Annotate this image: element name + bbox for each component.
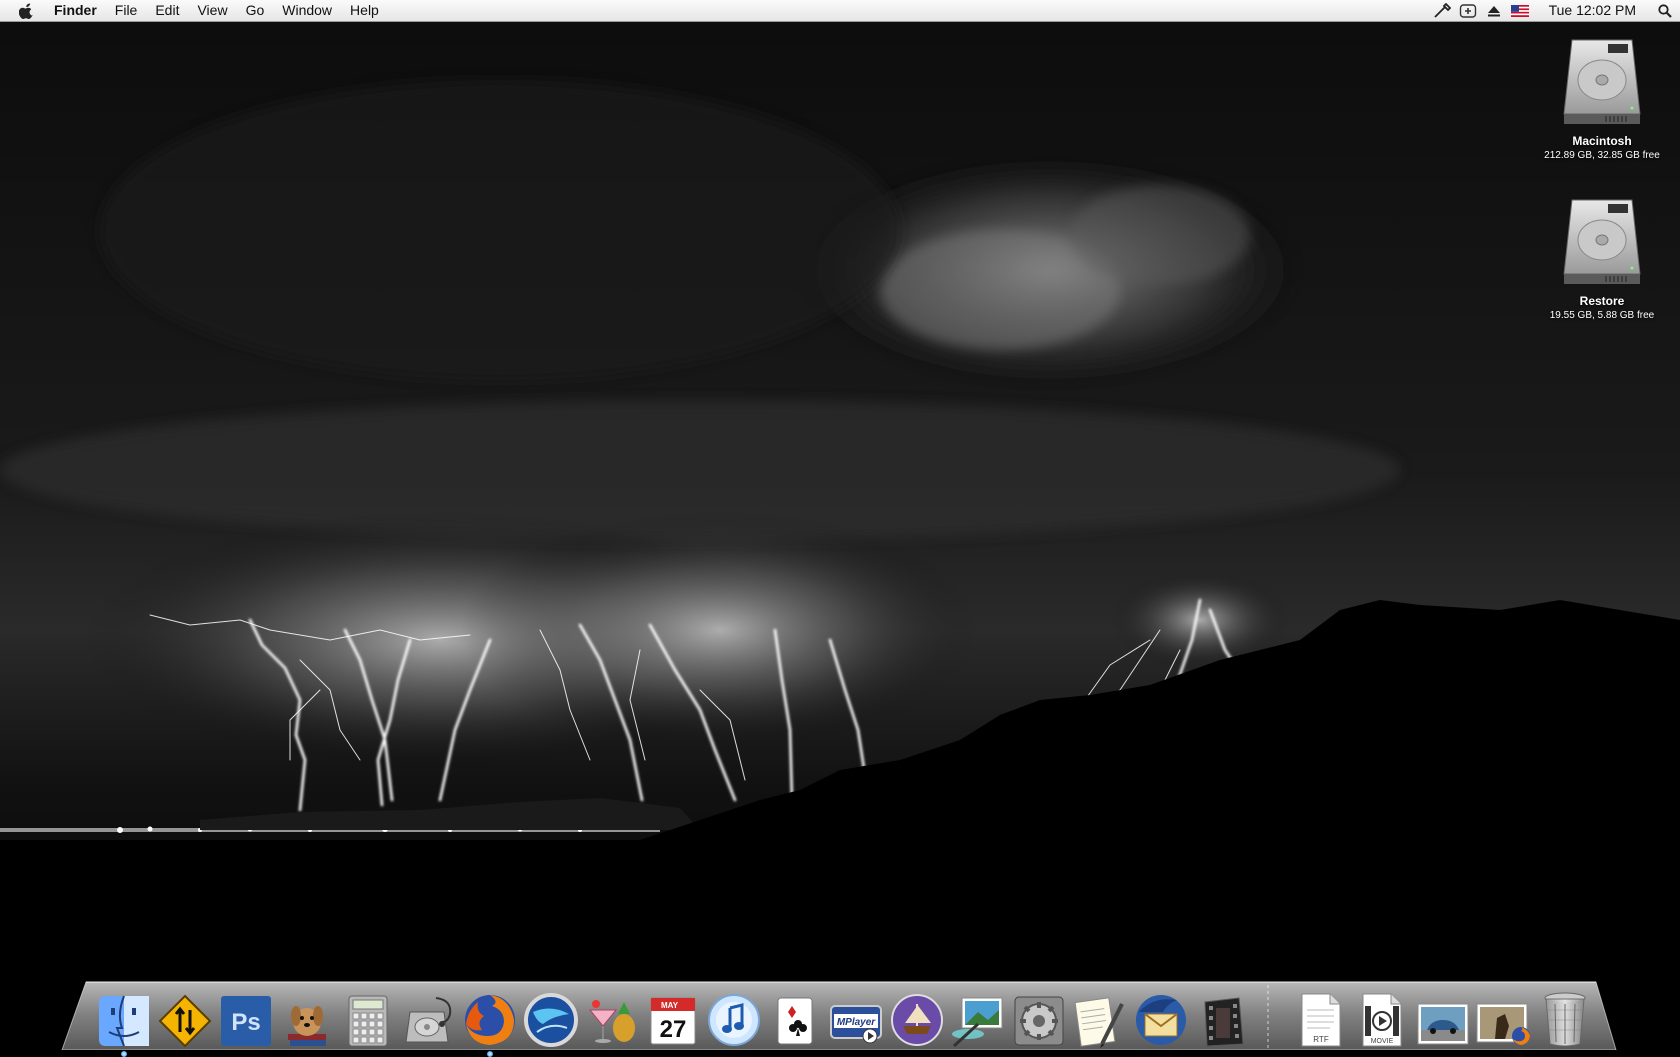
dog-with-books-icon[interactable] <box>278 986 336 1048</box>
magnifier-icon[interactable] <box>1650 0 1680 21</box>
thunderbird-icon[interactable] <box>1132 986 1190 1048</box>
running-indicator <box>487 1051 493 1057</box>
desktop-wallpaper <box>0 0 1680 1050</box>
menu-view[interactable]: View <box>188 0 236 21</box>
drive-macintosh[interactable]: Macintosh 212.89 GB, 32.85 GB free <box>1537 34 1667 161</box>
drive-restore[interactable]: Restore 19.55 GB, 5.88 GB free <box>1537 194 1667 321</box>
hard-drive-icon <box>1554 194 1650 290</box>
movie-document-icon[interactable]: MOVIE <box>1353 986 1411 1048</box>
running-indicator <box>121 1051 127 1057</box>
calendar-day: 27 <box>660 1016 687 1043</box>
globe-icon[interactable] <box>522 986 580 1048</box>
menu-bar: Finder File Edit View Go Window Help Tue… <box>0 0 1680 22</box>
script-icon[interactable] <box>1429 0 1455 21</box>
calendar-month: MAY <box>661 1001 679 1010</box>
film-icon[interactable] <box>1193 986 1251 1048</box>
ship-icon[interactable] <box>888 986 946 1048</box>
firefox-icon[interactable] <box>461 986 519 1057</box>
photoshop-icon[interactable]: Ps <box>217 986 275 1048</box>
mplayer-icon[interactable]: MPlayer <box>827 986 885 1048</box>
mplayer-label: MPlayer <box>837 1017 876 1028</box>
gear-icon[interactable] <box>1010 986 1068 1048</box>
rtf-document-icon[interactable]: RTF <box>1292 986 1350 1048</box>
drive-name: Restore <box>1579 294 1625 308</box>
calculator-icon[interactable] <box>339 986 397 1048</box>
menu-app-finder[interactable]: Finder <box>54 0 106 21</box>
menu-go[interactable]: Go <box>237 0 274 21</box>
menu-help[interactable]: Help <box>341 0 388 21</box>
network-plus-icon[interactable] <box>1455 0 1481 21</box>
road-sign-icon[interactable] <box>156 986 214 1048</box>
itunes-icon[interactable] <box>705 986 763 1048</box>
drive-name: Macintosh <box>1572 134 1632 148</box>
photo-car-icon[interactable] <box>1414 986 1472 1048</box>
dock: Ps MAY 27 MPlayer RTF MOVIE <box>95 970 1597 1057</box>
menubar-clock[interactable]: Tue 12:02 PM <box>1533 0 1650 21</box>
downloads-firefox-icon[interactable] <box>1475 986 1533 1048</box>
rtf-label: RTF <box>1313 1035 1329 1044</box>
photoshop-label: Ps <box>231 1009 260 1036</box>
menu-window[interactable]: Window <box>273 0 341 21</box>
playing-cards-icon[interactable] <box>766 986 824 1048</box>
us-flag-icon[interactable] <box>1507 0 1533 21</box>
apple-icon[interactable] <box>0 0 54 21</box>
eject-icon[interactable] <box>1481 0 1507 21</box>
pen-paper-icon[interactable] <box>1071 986 1129 1048</box>
photo-wand-icon[interactable] <box>949 986 1007 1048</box>
finder-icon[interactable] <box>95 986 153 1057</box>
hard-drive-icon <box>1554 34 1650 130</box>
disk-utility-icon[interactable] <box>400 986 458 1048</box>
menu-file[interactable]: File <box>106 0 147 21</box>
drive-info: 212.89 GB, 32.85 GB free <box>1544 150 1660 161</box>
dock-separator <box>1254 986 1292 1048</box>
drive-info: 19.55 GB, 5.88 GB free <box>1549 310 1655 321</box>
cocktail-icon[interactable] <box>583 986 641 1048</box>
calendar-icon[interactable]: MAY 27 <box>644 986 702 1048</box>
movie-label: MOVIE <box>1371 1038 1394 1045</box>
menu-edit[interactable]: Edit <box>146 0 188 21</box>
trash-icon[interactable] <box>1536 986 1594 1048</box>
